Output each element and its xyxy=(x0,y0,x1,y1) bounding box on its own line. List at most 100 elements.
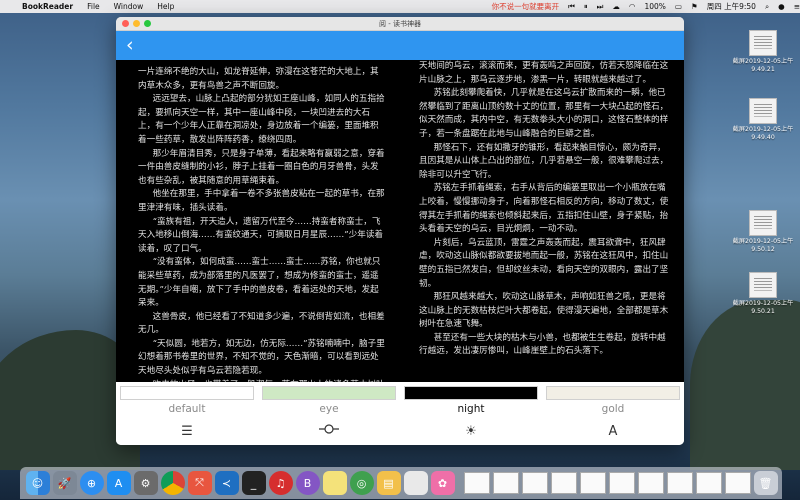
battery-icon[interactable]: ▭ xyxy=(675,2,682,11)
git-tool-icon[interactable]: ⤧ xyxy=(187,471,212,495)
system-preferences-icon[interactable]: ⚙ xyxy=(133,471,158,495)
terminal-icon[interactable]: _ xyxy=(241,471,266,495)
back-button[interactable]: ‹ xyxy=(116,31,146,60)
xcode-b-icon[interactable]: B xyxy=(295,471,320,495)
flower-icon[interactable]: ✿ xyxy=(430,471,455,495)
app-store-icon[interactable]: A xyxy=(106,471,131,495)
paragraph: 苏铭此刻攀爬着快，几乎就是在这乌云扩散而来的一瞬，他已然攀临到了距离山顶约数十丈… xyxy=(419,88,669,139)
chrome-icon[interactable] xyxy=(160,471,185,495)
theme-labels: default eye night gold xyxy=(116,403,684,415)
file-thumbnail-icon xyxy=(749,30,777,56)
page-right[interactable]: 天地间的乌云，滚滚而来，更有轰鸣之声回旋，仿若天怒降临在这片山脉之上，那乌云逐步… xyxy=(401,60,684,382)
paragraph: 那狂风越来越大，吹动这山脉草木，声响如狂兽之吼，更是将这山脉上的无数枯枝烂叶大都… xyxy=(419,292,669,330)
paragraph: 苏铭左手抓着绳索，右手从背后的编篓里取出一个小瓶放在嘴上咬着，慢慢挪动身子，向着… xyxy=(419,183,669,235)
paragraph: 那少年眉清目秀，只是身子单薄，看起来略有赢弱之意，穿着一件由兽皮缝制的小衫，脖子… xyxy=(138,148,385,186)
paragraph: “没有蛮体，如何成蛮……蛮士……蛮士……苏铭，你也就只能采些草药，成为部落里的凡… xyxy=(138,257,381,309)
photos-icon[interactable] xyxy=(403,471,428,495)
menu-window[interactable]: Window xyxy=(114,2,144,11)
paragraph: 一片连绵不绝的大山，如龙脊延伸，弥漫在这苍茫的大地上，其内草木众多，更有鸟兽之声… xyxy=(138,67,379,91)
control-icon[interactable]: ≡ xyxy=(794,2,800,11)
paragraph: “天似圆，地若方，如无边，仿无际……”苏铭喃喃中，脑子里幻想着那书卷里的世界，不… xyxy=(138,338,385,377)
vs-code-icon[interactable]: ≺ xyxy=(214,471,239,495)
avatar-icon[interactable]: ● xyxy=(778,2,785,11)
clock[interactable]: 周四 上午9:50 xyxy=(707,1,756,12)
reader-toolbar: ☰ ☀ A xyxy=(116,423,684,441)
menu-list-icon[interactable]: ☰ xyxy=(116,423,258,441)
netease-music-icon[interactable]: ♫ xyxy=(268,471,293,495)
dock-document-8[interactable] xyxy=(666,472,693,494)
desktop-file-label: 截屏2019-12-05上午9.49.40 xyxy=(732,126,794,141)
dock-document-4[interactable] xyxy=(550,472,577,494)
slider-glyph xyxy=(319,424,339,434)
dock-document-6[interactable] xyxy=(608,472,635,494)
desktop-file-1[interactable]: 截屏2019-12-05上午9.49.21 xyxy=(732,30,794,73)
dock-document-1[interactable] xyxy=(463,472,490,494)
desktop-file-label: 截屏2019-12-05上午9.50.12 xyxy=(732,238,794,253)
menu-file[interactable]: File xyxy=(87,2,100,11)
paragraph: 远远望去，山脉上凸起的部分犹如王座山峰，如同人的五指拾起，要抓向天空一样，其中一… xyxy=(138,94,385,145)
theme-swatch-eye[interactable] xyxy=(262,386,396,400)
window-titlebar[interactable]: 阅 - 读书神器 xyxy=(116,17,684,31)
file-thumbnail-icon xyxy=(749,98,777,124)
dock-document-2[interactable] xyxy=(492,472,519,494)
theme-label-night[interactable]: night xyxy=(400,403,542,415)
dock-document-9[interactable] xyxy=(695,472,722,494)
reader-content[interactable]: 一片连绵不绝的大山，如龙脊延伸，弥漫在这苍茫的大地上，其内草木众多，更有鸟兽之声… xyxy=(116,60,684,382)
theme-label-gold[interactable]: gold xyxy=(542,403,684,415)
nav-bar: ‹ xyxy=(116,31,684,60)
launchpad-icon[interactable]: 🚀 xyxy=(52,471,77,495)
paragraph: 那怪石下，还有如撒牙的锥形，看起来触目惊心，颇为奇异，且因其是从山体上凸出的部位… xyxy=(419,142,669,180)
desktop-file-label: 截屏2019-12-05上午9.49.21 xyxy=(732,58,794,73)
desktop-file-label: 截屏2019-12-05上午9.50.21 xyxy=(732,300,794,315)
music-next-icon[interactable]: ⏭ xyxy=(597,2,604,12)
page-left[interactable]: 一片连绵不绝的大山，如龙脊延伸，弥漫在这苍茫的大地上，其内草木众多，更有鸟兽之声… xyxy=(116,60,399,382)
file-thumbnail-icon xyxy=(749,272,777,298)
font-size-icon[interactable]: A xyxy=(542,423,684,441)
desktop-file-3[interactable]: 截屏2019-12-05上午9.50.12 xyxy=(732,210,794,253)
cloud-icon[interactable]: ☁ xyxy=(612,2,620,11)
menubar-status: 你不说一句就要离开 ⏮ ⏸ ⏭ ☁ ◠ 100% ▭ ⚑ 周四 上午9:50 ⌕… xyxy=(483,1,800,12)
bookreader-window: 阅 - 读书神器 ‹ 一片连绵不绝的大山，如龙脊延伸，弥漫在这苍茫的大地上，其内… xyxy=(116,17,684,445)
dock-document-3[interactable] xyxy=(521,472,548,494)
paragraph: 天地间的乌云，滚滚而来，更有轰鸣之声回旋，仿若天怒降临在这片山脉之上，那乌云逐步… xyxy=(419,61,669,85)
desktop-file-2[interactable]: 截屏2019-12-05上午9.49.40 xyxy=(732,98,794,141)
music-marquee[interactable]: 你不说一句就要离开 xyxy=(492,1,560,12)
trash-icon[interactable]: 🗑 xyxy=(753,471,778,495)
paragraph: 片刻后，乌云蓝顶，雷霆之声轰轰而起，震耳欲聋中，狂风肆虐，吹动这山脉似都欲要拔地… xyxy=(419,237,669,289)
dock-document-7[interactable] xyxy=(637,472,664,494)
dock-document-5[interactable] xyxy=(579,472,606,494)
safari-icon[interactable]: ⊕ xyxy=(79,471,104,495)
brightness-icon[interactable]: ☀ xyxy=(400,423,542,441)
theme-swatch-default[interactable] xyxy=(120,386,254,400)
theme-label-default[interactable]: default xyxy=(116,403,258,415)
theme-label-eye[interactable]: eye xyxy=(258,403,400,415)
desktop-file-4[interactable]: 截屏2019-12-05上午9.50.21 xyxy=(732,272,794,315)
battery-percent[interactable]: 100% xyxy=(644,2,665,11)
theme-swatch-night[interactable] xyxy=(404,386,538,400)
theme-swatch-gold[interactable] xyxy=(546,386,680,400)
wifi-icon[interactable]: ◠ xyxy=(629,2,636,11)
music-pause-icon[interactable]: ⏸ xyxy=(584,2,588,12)
dock-document-10[interactable] xyxy=(724,472,751,494)
theme-swatches xyxy=(116,382,684,400)
search-icon[interactable]: ⌕ xyxy=(765,2,769,12)
paragraph: 甚至还有一些大块的枯木与小兽，也都被生生卷起，旋转中越行越远，发出凄厉惨叫，山峰… xyxy=(419,332,666,357)
archive-icon[interactable]: ▤ xyxy=(376,471,401,495)
paragraph: 这兽骨皮，他已经看了不知道多少遍，不说倒背如流，也相差无几。 xyxy=(138,311,385,336)
progress-slider-icon[interactable] xyxy=(258,423,400,441)
paragraph: “蛮族有祖，开天造人，遗留万代至今……持蛮者称蛮士，飞天入地移山倒海……有蛮纹通… xyxy=(138,216,384,254)
menu-app-name[interactable]: BookReader xyxy=(22,2,73,11)
dock: ☺ 🚀 ⊕ A ⚙ ⤧ ≺ _ ♫ B ◎ ▤ ✿ 🗑 xyxy=(20,467,782,499)
reader-settings-panel: default eye night gold ☰ ☀ A xyxy=(116,382,684,445)
finder-icon[interactable]: ☺ xyxy=(25,471,50,495)
wallpaper-island-right xyxy=(690,300,800,470)
paragraph: 他坐在那里，手中拿着一卷不多张兽皮粘在一起的草书，在那里津津有味，插头读着。 xyxy=(138,189,385,213)
notes-icon[interactable] xyxy=(322,471,347,495)
android-studio-icon[interactable]: ◎ xyxy=(349,471,374,495)
music-prev-icon[interactable]: ⏮ xyxy=(568,2,575,12)
menubar: BookReader File Window Help 你不说一句就要离开 ⏮ … xyxy=(0,0,800,13)
file-thumbnail-icon xyxy=(749,210,777,236)
menu-help[interactable]: Help xyxy=(157,2,174,11)
flag-icon[interactable]: ⚑ xyxy=(691,2,698,11)
window-title: 阅 - 读书神器 xyxy=(379,19,421,28)
